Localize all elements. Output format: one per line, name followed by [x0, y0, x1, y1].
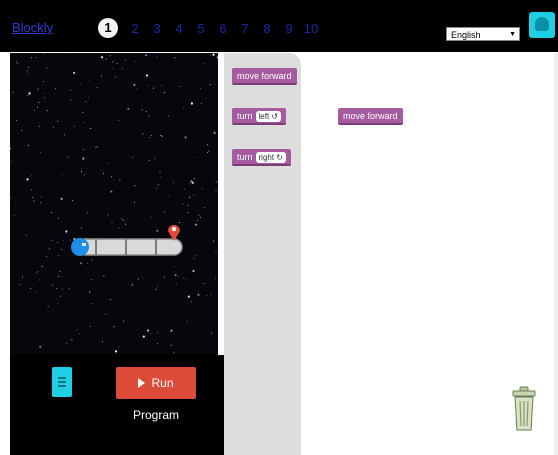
level-link-6[interactable]: 6 — [212, 21, 234, 36]
block-label: turn — [237, 111, 253, 121]
show-code-button[interactable] — [52, 367, 72, 397]
trash-can-icon[interactable] — [511, 386, 537, 432]
level-link-4[interactable]: 4 — [168, 21, 190, 36]
play-icon — [138, 378, 146, 388]
pegman-icon — [535, 17, 549, 31]
block-label: turn — [237, 152, 253, 162]
pegman-button[interactable] — [529, 12, 555, 38]
toolbox-move-forward-block[interactable]: move forward — [232, 68, 297, 85]
block-label: move forward — [237, 71, 292, 81]
run-program-button[interactable]: Run Program — [116, 367, 196, 422]
level-link-5[interactable]: 5 — [190, 21, 212, 36]
level-1-current[interactable]: 1 — [98, 18, 118, 38]
pegman-avatar — [71, 238, 89, 256]
toolbox-turn-right-block[interactable]: turn right ↻ — [232, 149, 292, 166]
chevron-down-icon: ▼ — [509, 31, 516, 38]
level-link-7[interactable]: 7 — [234, 21, 256, 36]
level-link-2[interactable]: 2 — [124, 21, 146, 36]
toolbox-turn-left-block[interactable]: turn left ↺ — [232, 108, 287, 125]
turn-right-dropdown[interactable]: right ↻ — [255, 152, 287, 163]
level-link-9[interactable]: 9 — [278, 21, 300, 36]
level-link-10[interactable]: 10 — [300, 21, 322, 36]
top-bar: Blockly 1 2 3 4 5 6 7 8 9 10 English ▼ — [0, 0, 558, 52]
maze-stage — [10, 53, 218, 355]
level-link-3[interactable]: 3 — [146, 21, 168, 36]
workspace-scrollbar[interactable] — [554, 53, 558, 455]
language-select[interactable]: English ▼ — [446, 27, 520, 41]
workspace-move-forward-block[interactable]: move forward — [338, 108, 403, 125]
code-icon — [58, 377, 66, 387]
blockly-home-link[interactable]: Blockly — [12, 20, 53, 35]
maze-path — [71, 225, 183, 256]
block-label: move forward — [343, 111, 398, 121]
language-select-value: English — [451, 30, 481, 40]
level-selector: 1 2 3 4 5 6 7 8 9 10 — [98, 16, 322, 40]
turn-left-dropdown[interactable]: left ↺ — [255, 111, 282, 122]
toolbox-flyout: move forward turn left ↺ turn right ↻ — [224, 53, 301, 455]
level-link-8[interactable]: 8 — [256, 21, 278, 36]
